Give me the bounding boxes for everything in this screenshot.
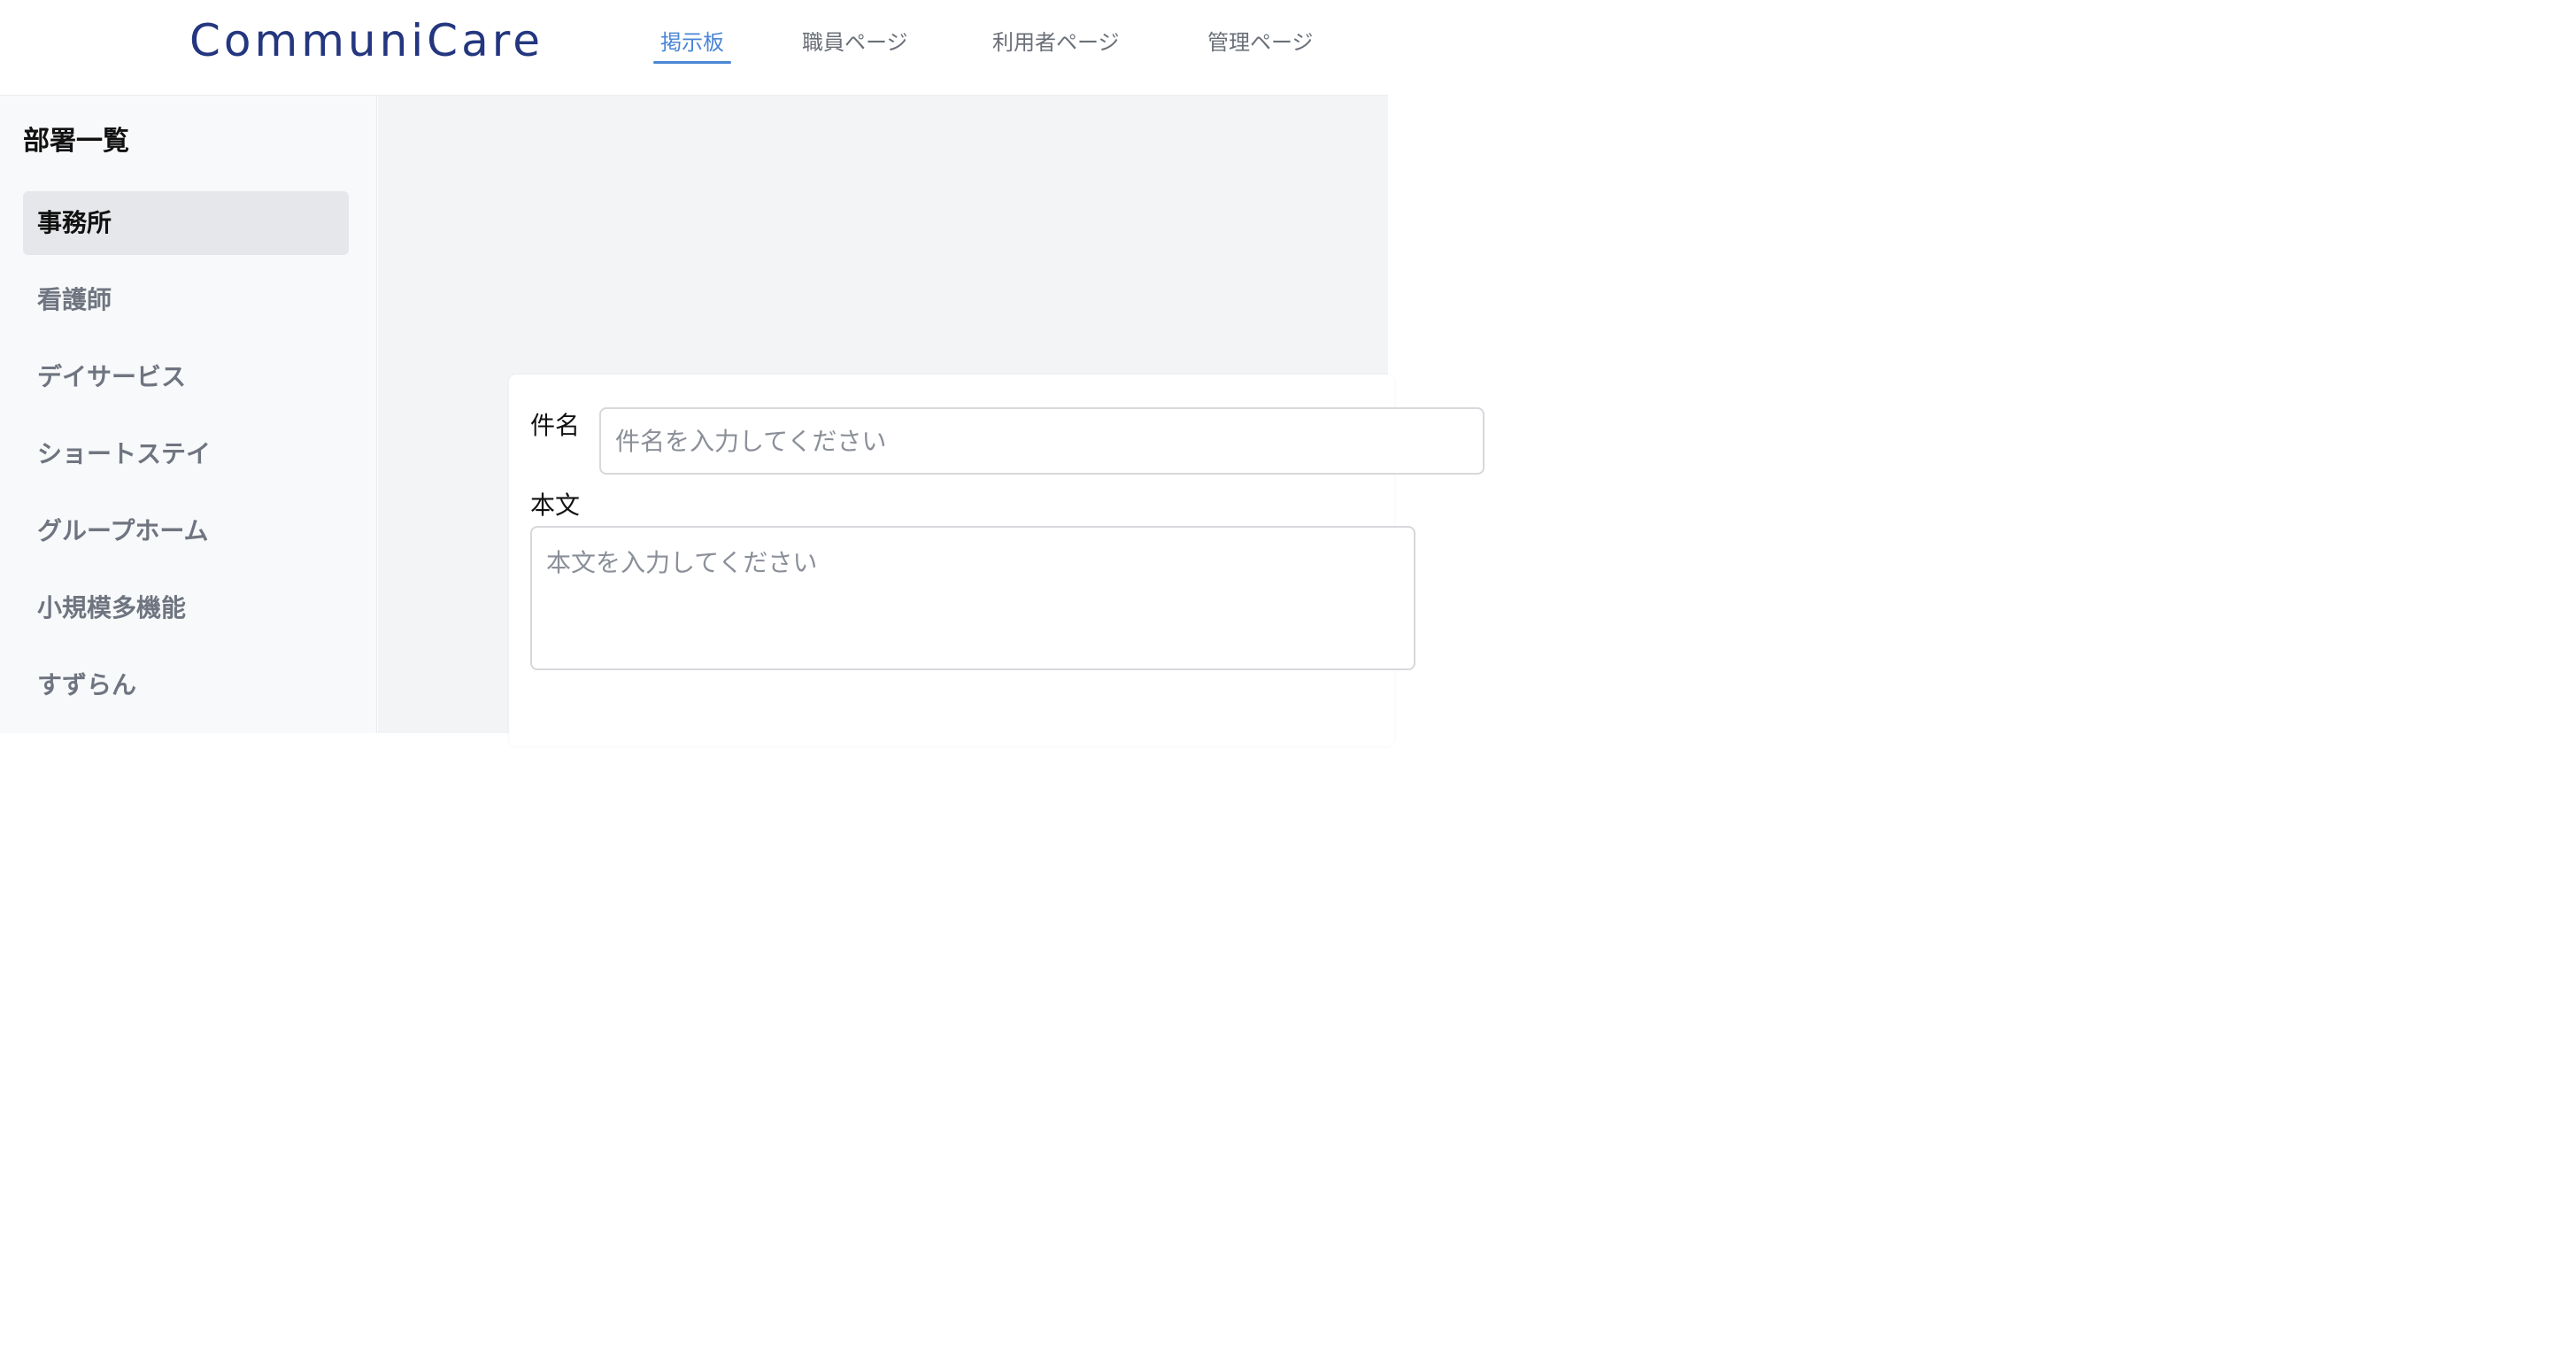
nav-tab-user-page[interactable]: 利用者ページ bbox=[992, 25, 1120, 64]
app-logo[interactable]: CommuniCare bbox=[189, 12, 544, 69]
sidebar-title: 部署一覧 bbox=[23, 126, 129, 157]
top-header: CommuniCare 掲示板 職員ページ 利用者ページ 管理ページ bbox=[0, 0, 1388, 96]
department-sidebar: 部署一覧 事務所 看護師 デイサービス ショートステイ グループホーム 小規模多… bbox=[0, 96, 377, 733]
body-label: 本文 bbox=[530, 491, 581, 520]
sidebar-item-short-stay[interactable]: ショートステイ bbox=[23, 422, 349, 486]
subject-label: 件名 bbox=[530, 411, 581, 440]
sidebar-item-nurse[interactable]: 看護師 bbox=[23, 268, 349, 332]
subject-input[interactable] bbox=[599, 407, 1485, 475]
sidebar-item-group-home[interactable]: グループホーム bbox=[23, 499, 349, 563]
sidebar-item-office[interactable]: 事務所 bbox=[23, 191, 349, 255]
sidebar-item-day-service[interactable]: デイサービス bbox=[23, 345, 349, 409]
main-content: 件名 本文 bbox=[378, 96, 1485, 746]
nav-tab-staff-page[interactable]: 職員ページ bbox=[802, 25, 908, 64]
post-form-card: 件名 本文 bbox=[509, 375, 1485, 746]
sidebar-item-suzuran[interactable]: すずらん bbox=[23, 653, 349, 717]
sidebar-item-small-multifunction[interactable]: 小規模多機能 bbox=[23, 576, 349, 640]
nav-tab-bulletin-board[interactable]: 掲示板 bbox=[653, 25, 731, 64]
nav-tab-admin-page[interactable]: 管理ページ bbox=[1207, 25, 1314, 64]
body-textarea[interactable] bbox=[530, 526, 1415, 670]
